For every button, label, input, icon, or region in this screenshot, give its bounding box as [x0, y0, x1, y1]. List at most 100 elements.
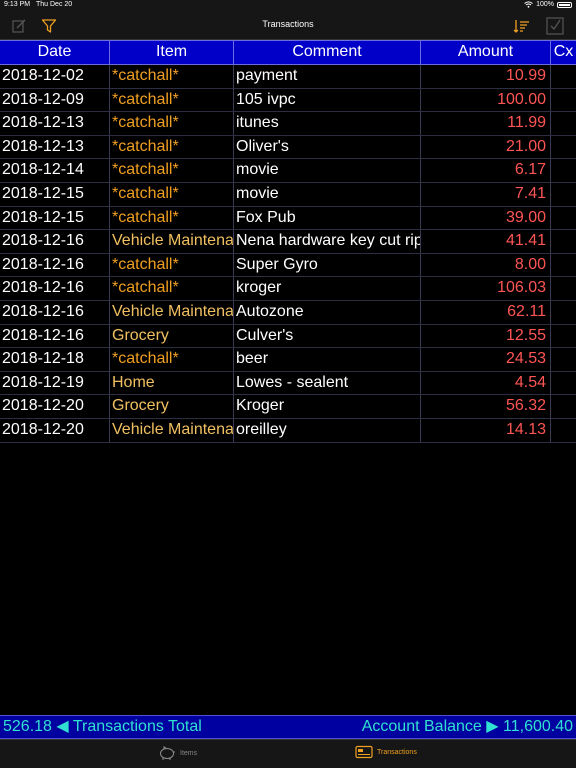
date-cell: 2018-12-16	[0, 277, 110, 300]
date-cell: 2018-12-16	[0, 300, 110, 324]
status-right: 100%	[524, 1, 572, 8]
table-row[interactable]: 2018-12-16 Vehicle Maintena Autozone 62.11	[0, 300, 576, 325]
item-cell: Grocery	[110, 324, 234, 348]
item-cell: *catchall*	[110, 135, 234, 159]
table-row[interactable]: 2018-12-19 Home Lowes - sealent 4.54	[0, 371, 576, 396]
tab-bar: Items Transactions	[0, 739, 576, 768]
comment-cell: beer	[234, 348, 421, 371]
battery-percent: 100%	[536, 1, 554, 8]
item-cell: Vehicle Maintena	[110, 230, 234, 253]
nav-bar: Transactions	[0, 12, 576, 40]
cx-cell[interactable]	[551, 372, 576, 395]
amount-cell: 14.13	[421, 418, 551, 442]
date-cell: 2018-12-13	[0, 135, 110, 159]
date-cell: 2018-12-20	[0, 418, 110, 442]
transactions-total: 526.18 ◀ Transactions Total	[3, 718, 202, 735]
date-cell: 2018-12-16	[0, 253, 110, 277]
comment-cell: Kroger	[234, 395, 421, 418]
amount-cell: 4.54	[421, 371, 551, 395]
item-cell: *catchall*	[110, 159, 234, 182]
cx-cell[interactable]	[551, 254, 576, 277]
cx-cell[interactable]	[551, 419, 576, 442]
comment-cell: Autozone	[234, 300, 421, 324]
tab-items-label: Items	[180, 749, 198, 757]
table-header: Date Item Comment Amount Cx	[0, 40, 576, 65]
comment-cell: kroger	[234, 277, 421, 300]
table-row[interactable]: 2018-12-16 Grocery Culver's 12.55	[0, 324, 576, 349]
date-cell: 2018-12-13	[0, 112, 110, 135]
amount-cell: 106.03	[421, 277, 551, 300]
table-row[interactable]: 2018-12-20 Vehicle Maintena oreilley 14.13	[0, 418, 576, 443]
table-row[interactable]: 2018-12-15 *catchall* movie 7.41	[0, 182, 576, 207]
cx-cell[interactable]	[551, 230, 576, 253]
cx-cell[interactable]	[551, 301, 576, 324]
cx-cell[interactable]	[551, 159, 576, 182]
cx-cell[interactable]	[551, 325, 576, 348]
comment-cell: oreilley	[234, 418, 421, 442]
amount-cell: 12.55	[421, 324, 551, 348]
status-date: Thu Dec 20	[36, 1, 73, 8]
date-cell: 2018-12-19	[0, 371, 110, 395]
date-cell: 2018-12-20	[0, 395, 110, 418]
item-cell: Vehicle Maintena	[110, 300, 234, 324]
table-row[interactable]: 2018-12-09 *catchall* 105 ivpc 100.00	[0, 88, 576, 113]
cx-cell[interactable]	[551, 207, 576, 230]
comment-cell: movie	[234, 182, 421, 206]
column-header-cx[interactable]: Cx	[551, 41, 576, 64]
cx-cell[interactable]	[551, 277, 576, 300]
page-title: Transactions	[262, 19, 314, 29]
comment-cell: payment	[234, 65, 421, 88]
item-cell: *catchall*	[110, 88, 234, 112]
item-cell: *catchall*	[110, 182, 234, 206]
cx-cell[interactable]	[551, 136, 576, 159]
table-row[interactable]: 2018-12-18 *catchall* beer 24.53	[0, 348, 576, 372]
table-row[interactable]: 2018-12-16 *catchall* Super Gyro 8.00	[0, 253, 576, 278]
cx-cell[interactable]	[551, 395, 576, 418]
piggy-bank-icon	[159, 746, 175, 760]
cx-cell[interactable]	[551, 183, 576, 206]
comment-cell: 105 ivpc	[234, 88, 421, 112]
totals-bar: 526.18 ◀ Transactions Total Account Bala…	[0, 715, 576, 739]
status-bar: 9:13 PM Thu Dec 20 100%	[0, 0, 576, 12]
amount-cell: 7.41	[421, 182, 551, 206]
column-header-amount[interactable]: Amount	[421, 41, 551, 64]
app-screen: 9:13 PM Thu Dec 20 100% Transactions Dat…	[0, 0, 576, 768]
table-row[interactable]: 2018-12-20 Grocery Kroger 56.32	[0, 395, 576, 419]
cx-cell[interactable]	[551, 65, 576, 88]
amount-cell: 8.00	[421, 253, 551, 277]
column-header-date[interactable]: Date	[0, 41, 110, 64]
table-row[interactable]: 2018-12-14 *catchall* movie 6.17	[0, 159, 576, 183]
comment-cell: Culver's	[234, 324, 421, 348]
item-cell: *catchall*	[110, 112, 234, 135]
sort-icon[interactable]	[512, 16, 532, 36]
comment-cell: Nena hardware key cut rip	[234, 230, 421, 253]
table-row[interactable]: 2018-12-16 *catchall* kroger 106.03	[0, 277, 576, 301]
item-cell: *catchall*	[110, 65, 234, 88]
table-row[interactable]: 2018-12-13 *catchall* Oliver's 21.00	[0, 135, 576, 160]
amount-cell: 100.00	[421, 88, 551, 112]
tab-transactions[interactable]: Transactions	[355, 745, 417, 759]
item-cell: *catchall*	[110, 253, 234, 277]
column-header-item[interactable]: Item	[110, 41, 234, 64]
amount-cell: 39.00	[421, 206, 551, 230]
checkbox-icon[interactable]	[545, 16, 565, 36]
table-row[interactable]: 2018-12-13 *catchall* itunes 11.99	[0, 112, 576, 136]
cx-cell[interactable]	[551, 112, 576, 135]
item-cell: Home	[110, 371, 234, 395]
table-body: 2018-12-02 *catchall* payment 10.99 2018-12-…	[0, 65, 576, 443]
date-cell: 2018-12-16	[0, 324, 110, 348]
tab-items[interactable]: Items	[158, 745, 197, 761]
table-row[interactable]: 2018-12-16 Vehicle Maintena Nena hardware …	[0, 230, 576, 254]
amount-cell: 6.17	[421, 159, 551, 182]
cx-cell[interactable]	[551, 89, 576, 112]
comment-cell: Lowes - sealent	[234, 371, 421, 395]
table-row[interactable]: 2018-12-02 *catchall* payment 10.99	[0, 65, 576, 89]
cx-cell[interactable]	[551, 348, 576, 371]
date-cell: 2018-12-15	[0, 182, 110, 206]
amount-cell: 21.00	[421, 135, 551, 159]
table-row[interactable]: 2018-12-15 *catchall* Fox Pub 39.00	[0, 206, 576, 231]
battery-icon	[557, 1, 572, 8]
column-header-comment[interactable]: Comment	[234, 41, 421, 64]
comment-cell: Oliver's	[234, 135, 421, 159]
date-cell: 2018-12-16	[0, 230, 110, 253]
